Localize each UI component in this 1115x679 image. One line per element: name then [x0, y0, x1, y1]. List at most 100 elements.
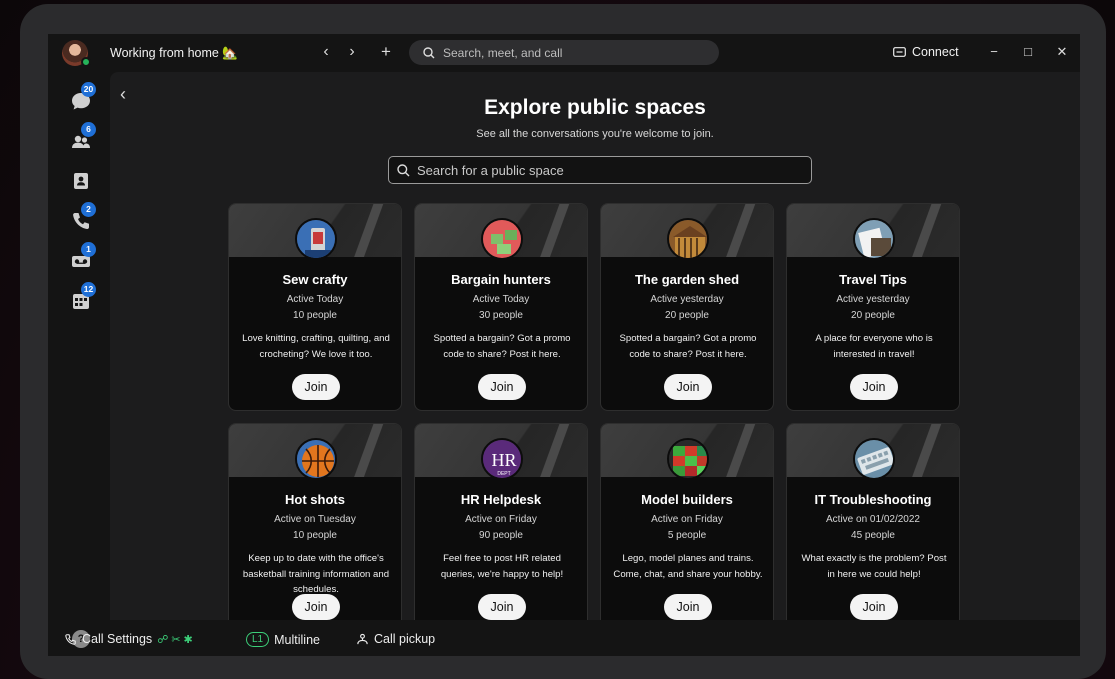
space-activity: Active on 01/02/2022 — [826, 514, 920, 525]
space-card[interactable]: The garden shed Active yesterday 20 peop… — [600, 203, 774, 411]
space-member-count: 10 people — [293, 530, 337, 541]
page-subtitle: See all the conversations you're welcome… — [476, 128, 714, 140]
line-badge: L1 — [246, 632, 270, 647]
space-description: Love knitting, crafting, quilting, and c… — [242, 333, 390, 360]
sidebar-item-messaging[interactable]: 20 — [70, 82, 96, 112]
space-card[interactable]: Sew crafty Active Today 10 people Love k… — [228, 203, 402, 411]
lego-icon — [667, 438, 709, 480]
space-card[interactable]: IT Troubleshooting Active on 01/02/2022 … — [786, 423, 960, 620]
minimize-icon[interactable]: − — [984, 42, 1004, 62]
space-description: Spotted a bargain? Got a promo code to s… — [433, 333, 571, 360]
call-settings-button[interactable]: Call Settings ☍✂✱ — [64, 632, 196, 646]
space-description: Spotted a bargain? Got a promo code to s… — [619, 333, 757, 360]
join-button[interactable]: Join — [292, 374, 340, 400]
search-icon — [397, 163, 410, 176]
join-button[interactable]: Join — [850, 594, 898, 620]
explore-spaces-panel: ‹ Explore public spaces See all the conv… — [110, 72, 1080, 620]
teams-badge: 6 — [81, 122, 96, 137]
connect-icon — [893, 46, 906, 57]
call-settings-label: Call Settings — [82, 632, 153, 646]
bargain-icon — [481, 218, 523, 260]
search-icon — [423, 46, 435, 58]
sidebar-item-teams[interactable]: 6 — [70, 122, 96, 152]
basketball-icon — [295, 438, 337, 480]
call-pickup-icon — [357, 633, 368, 644]
forward-arrow-icon[interactable]: › — [342, 42, 362, 62]
keyboard-icon — [853, 438, 895, 480]
contacts-icon — [74, 173, 88, 189]
sewing-icon — [295, 218, 337, 260]
voicemail-badge: 1 — [81, 242, 96, 257]
space-card[interactable]: Model builders Active on Friday 5 people… — [600, 423, 774, 620]
space-member-count: 5 people — [667, 530, 707, 541]
space-member-count: 20 people — [851, 310, 895, 321]
space-member-count: 30 people — [479, 310, 523, 321]
space-name: Hot shots — [285, 492, 345, 507]
public-space-search-input[interactable] — [417, 162, 797, 178]
space-name: Sew crafty — [282, 272, 348, 287]
connect-button[interactable]: Connect — [893, 45, 959, 59]
space-name: Model builders — [641, 492, 733, 507]
space-card[interactable]: Travel Tips Active yesterday 20 people A… — [786, 203, 960, 411]
title-bar: Working from home 🏡 ‹ › + Connect − □ ✕ — [48, 34, 1080, 72]
space-activity: Active Today — [472, 294, 530, 305]
call-pickup-label: Call pickup — [374, 632, 436, 646]
webex-app-window: Working from home 🏡 ‹ › + Connect − □ ✕ … — [48, 34, 1080, 656]
space-description: Lego, model planes and trains. Come, cha… — [613, 553, 763, 580]
space-card[interactable]: Hot shots Active on Tuesday 10 people Ke… — [228, 423, 402, 620]
space-member-count: 20 people — [665, 310, 709, 321]
space-card[interactable]: HR DEPT HR Helpdesk Active on Friday 90 p… — [414, 423, 588, 620]
sidebar-item-calling[interactable]: 2 — [70, 202, 96, 232]
space-description: Keep up to date with the office's basket… — [242, 553, 390, 595]
space-activity: Active Today — [286, 294, 344, 305]
forwarding-status-icons: ☍✂✱ — [157, 633, 196, 646]
sidebar-item-voicemail[interactable]: 1 — [70, 242, 96, 272]
space-activity: Active on Friday — [465, 514, 537, 525]
meetings-badge: 12 — [81, 282, 96, 297]
space-activity: Active yesterday — [836, 294, 910, 305]
space-description: A place for everyone who is interested i… — [815, 333, 933, 360]
join-button[interactable]: Join — [664, 374, 712, 400]
calling-badge: 2 — [81, 202, 96, 217]
status-message[interactable]: Working from home 🏡 — [110, 46, 238, 61]
join-button[interactable]: Join — [850, 374, 898, 400]
join-button[interactable]: Join — [664, 594, 712, 620]
plus-icon[interactable]: + — [376, 42, 396, 62]
maximize-icon[interactable]: □ — [1018, 42, 1038, 62]
connect-label: Connect — [912, 45, 959, 59]
space-activity: Active on Friday — [651, 514, 723, 525]
travel-icon — [853, 218, 895, 260]
join-button[interactable]: Join — [478, 594, 526, 620]
space-activity: Active yesterday — [650, 294, 724, 305]
multiline-button[interactable]: L1 Multiline — [246, 632, 320, 647]
public-space-search[interactable] — [388, 156, 812, 184]
messaging-badge: 20 — [81, 82, 96, 97]
join-button[interactable]: Join — [292, 594, 340, 620]
space-name: The garden shed — [634, 272, 740, 287]
space-member-count: 10 people — [293, 310, 337, 321]
space-name: Bargain hunters — [451, 272, 551, 287]
sidebar-item-contacts[interactable] — [70, 170, 92, 192]
svg-text:DEPT: DEPT — [497, 471, 510, 477]
space-name: Travel Tips — [839, 272, 907, 287]
space-name: IT Troubleshooting — [814, 492, 932, 507]
call-settings-icon — [65, 633, 76, 645]
space-card[interactable]: Bargain hunters Active Today 30 people S… — [414, 203, 588, 411]
page-title: Explore public spaces — [484, 96, 706, 119]
space-member-count: 45 people — [851, 530, 895, 541]
hr-icon: HR DEPT — [481, 438, 523, 480]
svg-text:HR: HR — [491, 450, 516, 470]
space-name: HR Helpdesk — [460, 492, 542, 507]
global-search-input[interactable] — [443, 45, 703, 60]
multiline-label: Multiline — [274, 632, 320, 647]
close-icon[interactable]: ✕ — [1052, 42, 1072, 62]
sidebar: 20 6 2 1 12 ? — [48, 72, 110, 648]
space-member-count: 90 people — [479, 530, 523, 541]
join-button[interactable]: Join — [478, 374, 526, 400]
space-description: Feel free to post HR related queries, we… — [440, 553, 564, 580]
back-arrow-icon[interactable]: ‹ — [316, 42, 336, 62]
call-pickup-button[interactable]: Call pickup — [356, 632, 435, 646]
sidebar-item-meetings[interactable]: 12 — [70, 282, 96, 312]
global-search[interactable] — [409, 40, 719, 65]
call-status-bar: Call Settings ☍✂✱ L1 Multiline Call pick… — [48, 628, 1080, 656]
